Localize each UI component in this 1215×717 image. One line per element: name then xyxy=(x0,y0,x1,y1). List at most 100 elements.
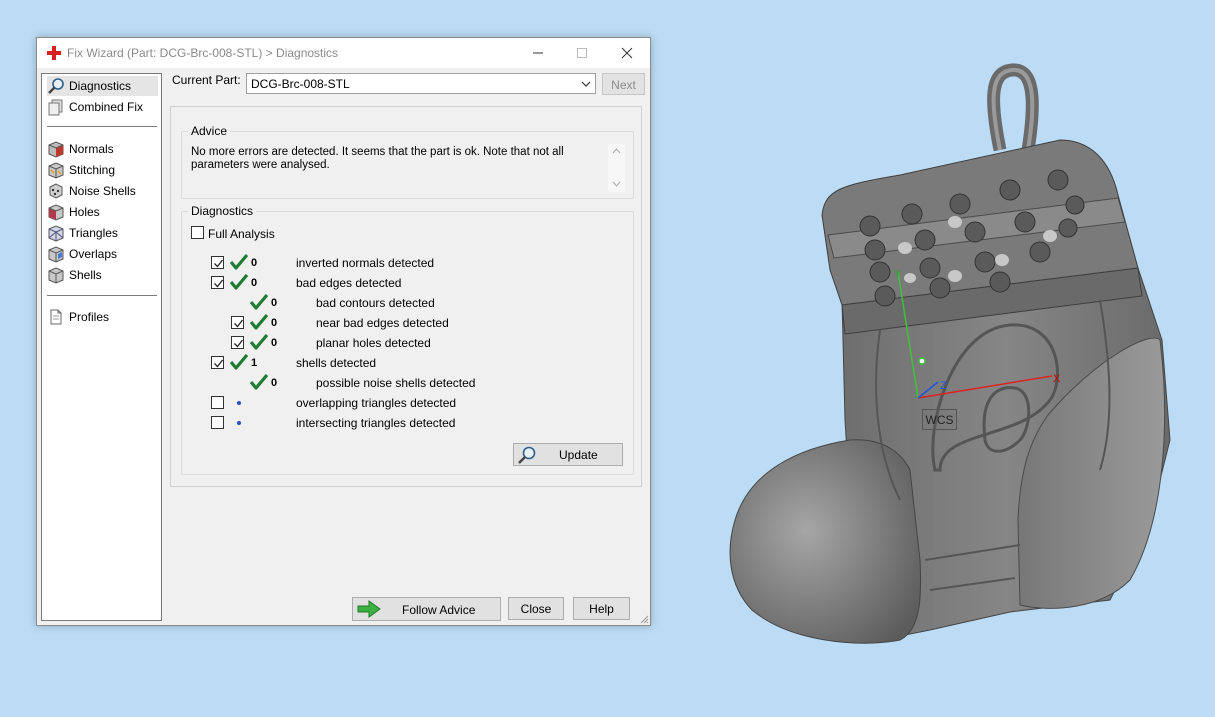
3d-viewport[interactable] xyxy=(700,60,1200,660)
minimize-icon xyxy=(533,52,543,54)
diagnostic-label: shells detected xyxy=(296,356,377,370)
diagnostic-count: 0 xyxy=(251,257,258,269)
diagnostics-panel: Advice No more errors are detected. It s… xyxy=(170,106,642,487)
diagnostic-label: overlapping triangles detected xyxy=(296,396,457,410)
scroll-up-arrow-icon[interactable] xyxy=(612,148,621,154)
green-check-icon xyxy=(229,353,249,370)
diagnostic-checkbox[interactable] xyxy=(231,316,244,329)
nav-label: Triangles xyxy=(69,226,118,240)
nav-label: Profiles xyxy=(69,310,110,324)
next-button[interactable]: Next xyxy=(602,73,645,95)
nav-label: Holes xyxy=(69,205,100,219)
nav-label: Combined Fix xyxy=(69,100,144,114)
wcs-label: WCS xyxy=(922,409,957,430)
x-axis-label: X xyxy=(1053,373,1061,385)
diagnostic-checkbox[interactable] xyxy=(211,396,224,409)
green-check-icon xyxy=(249,373,269,390)
diagnostic-label: near bad edges detected xyxy=(316,316,449,330)
scroll-down-arrow-icon[interactable] xyxy=(612,181,621,187)
diagnostic-count: 0 xyxy=(251,277,258,289)
nav-item-overlaps[interactable]: Overlaps xyxy=(47,244,158,264)
diagnostic-count: 0 xyxy=(271,297,278,309)
nav-item-stitching[interactable]: Stitching xyxy=(47,160,158,180)
diagnostic-label: planar holes detected xyxy=(316,336,431,350)
minimize-button[interactable] xyxy=(515,38,561,68)
diagnostic-count: 0 xyxy=(271,317,278,329)
close-window-button[interactable] xyxy=(604,38,650,68)
green-arrow-icon xyxy=(357,600,381,618)
green-check-icon xyxy=(249,293,269,310)
diagnostic-label: bad edges detected xyxy=(296,276,402,290)
nav-item-triangles[interactable]: Triangles xyxy=(47,223,158,243)
stocking-model[interactable] xyxy=(729,63,1171,644)
axis-origin-marker xyxy=(918,357,926,365)
current-part-value: DCG-Brc-008-STL xyxy=(251,77,350,91)
nav-item-profiles[interactable]: Profiles xyxy=(47,307,158,327)
advice-text: No more errors are detected. It seems th… xyxy=(191,146,564,171)
stitching-cube-icon xyxy=(48,162,64,179)
diagnostic-label: possible noise shells detected xyxy=(316,376,476,390)
chevron-down-icon xyxy=(581,81,591,87)
combined-fix-icon xyxy=(48,99,63,116)
diagnostic-count: 0 xyxy=(271,337,278,349)
nav-label: Overlaps xyxy=(69,247,118,261)
y-axis-label: Y xyxy=(894,268,902,280)
pending-dot-icon xyxy=(237,421,241,425)
diagnostics-title: Diagnostics xyxy=(188,204,257,218)
triangles-cube-icon xyxy=(48,225,64,242)
window-title: Fix Wizard (Part: DCG-Brc-008-STL) > Dia… xyxy=(67,46,339,60)
nav-item-combined-fix[interactable]: Combined Fix xyxy=(47,97,158,117)
current-part-dropdown[interactable]: DCG-Brc-008-STL xyxy=(246,73,596,94)
current-part-label: Current Part: xyxy=(172,73,241,87)
z-axis-label: Z xyxy=(940,380,947,392)
diagnostic-checkbox[interactable] xyxy=(231,336,244,349)
close-icon xyxy=(621,47,633,59)
close-button[interactable]: Close xyxy=(508,597,564,620)
holes-cube-icon xyxy=(48,204,64,221)
magnifier-icon xyxy=(518,446,536,464)
nav-divider xyxy=(47,126,157,127)
update-button[interactable]: Update xyxy=(513,443,623,466)
green-check-icon xyxy=(229,273,249,290)
diagnostic-count: 1 xyxy=(251,357,258,369)
diagnostic-checkbox[interactable] xyxy=(211,356,224,369)
overlaps-cube-icon xyxy=(48,246,64,263)
nav-item-holes[interactable]: Holes xyxy=(47,202,158,222)
noise-shells-icon xyxy=(49,183,63,199)
follow-advice-label: Follow Advice xyxy=(402,603,476,617)
maximize-button[interactable] xyxy=(559,38,605,68)
nav-label: Stitching xyxy=(69,163,116,177)
diagnostics-group: Diagnostics Full Analysis 0 inverted norm… xyxy=(181,204,634,475)
advice-scrollbar[interactable] xyxy=(608,144,625,192)
diagnostic-checkbox[interactable] xyxy=(211,416,224,429)
diagnostic-checkbox[interactable] xyxy=(211,276,224,289)
nav-label: Shells xyxy=(69,268,102,282)
diagnostic-checkbox[interactable] xyxy=(211,256,224,269)
green-check-icon xyxy=(249,333,269,350)
follow-advice-button[interactable]: Follow Advice xyxy=(352,597,501,621)
title-bar[interactable]: Fix Wizard (Part: DCG-Brc-008-STL) > Dia… xyxy=(37,38,650,68)
green-check-icon xyxy=(249,313,269,330)
fix-wizard-window: Fix Wizard (Part: DCG-Brc-008-STL) > Dia… xyxy=(36,37,651,626)
nav-item-shells[interactable]: Shells xyxy=(47,265,158,285)
resize-grip-icon[interactable] xyxy=(639,614,649,624)
diagnostic-count: 0 xyxy=(271,377,278,389)
diagnostic-label: intersecting triangles detected xyxy=(296,416,456,430)
nav-label: Normals xyxy=(69,142,114,156)
green-check-icon xyxy=(229,253,249,270)
maximize-icon xyxy=(577,48,587,58)
help-button[interactable]: Help xyxy=(573,597,630,620)
nav-item-diagnostics[interactable]: Diagnostics xyxy=(47,76,158,96)
red-cross-app-icon xyxy=(47,46,61,60)
model-toe xyxy=(729,439,922,644)
nav-item-normals[interactable]: Normals xyxy=(47,139,158,159)
update-label: Update xyxy=(559,448,598,462)
shells-cube-icon xyxy=(48,267,64,284)
full-analysis-checkbox[interactable] xyxy=(191,226,204,239)
nav-item-noise-shells[interactable]: Noise Shells xyxy=(47,181,158,201)
nav-divider xyxy=(47,295,157,296)
nav-label: Noise Shells xyxy=(69,184,136,198)
diagnostic-label: bad contours detected xyxy=(316,296,435,310)
advice-group: Advice No more errors are detected. It s… xyxy=(181,124,634,199)
nav-label: Diagnostics xyxy=(69,79,132,93)
